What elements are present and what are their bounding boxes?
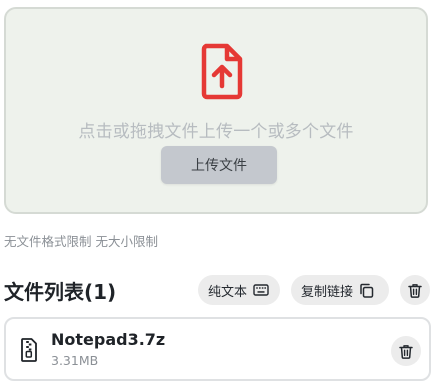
plain-text-button[interactable]: 纯文本 xyxy=(198,275,280,305)
upload-page: 点击或拖拽文件上传一个或多个文件 上传文件 无文件格式限制 无大小限制 文件列表… xyxy=(0,0,436,390)
upload-file-button[interactable]: 上传文件 xyxy=(161,146,277,184)
file-upload-icon xyxy=(200,42,244,100)
file-size: 3.31MB xyxy=(51,353,99,368)
file-name[interactable]: Notepad3.7z xyxy=(51,330,165,349)
upload-limit-note: 无文件格式限制 无大小限制 xyxy=(4,234,158,249)
copy-link-button[interactable]: 复制链接 xyxy=(291,275,389,305)
copy-link-label: 复制链接 xyxy=(301,284,354,300)
keyboard-icon xyxy=(253,284,269,296)
upload-dropzone[interactable]: 点击或拖拽文件上传一个或多个文件 上传文件 xyxy=(4,7,428,214)
trash-icon xyxy=(399,344,413,359)
delete-all-button[interactable] xyxy=(400,275,430,305)
upload-hint: 点击或拖拽文件上传一个或多个文件 xyxy=(78,122,354,142)
file-list-title: 文件列表(1) xyxy=(4,280,117,304)
trash-icon xyxy=(408,283,422,298)
file-list-item: Notepad3.7z 3.31MB xyxy=(4,317,431,381)
copy-icon xyxy=(359,283,374,298)
zip-file-icon xyxy=(20,338,38,362)
plain-text-label: 纯文本 xyxy=(208,284,248,300)
delete-file-button[interactable] xyxy=(391,336,421,366)
